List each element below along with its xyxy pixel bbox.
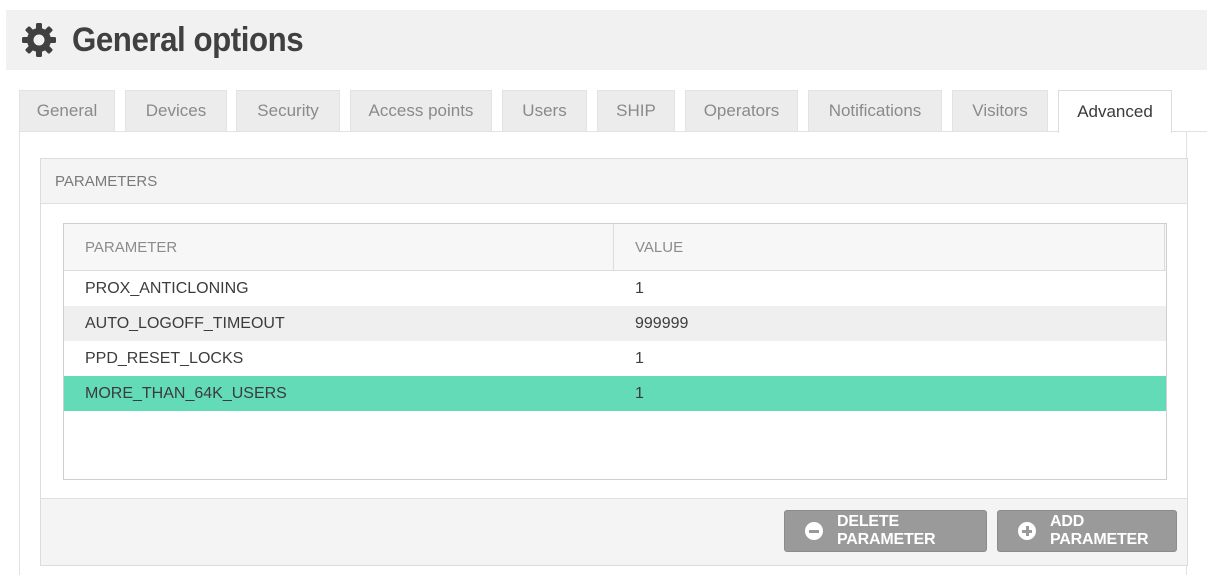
table-row[interactable]: PROX_ANTICLONING 1 — [64, 271, 1166, 306]
tab-bar: General Devices Security Access points U… — [19, 90, 1207, 133]
tab-notifications[interactable]: Notifications — [808, 90, 942, 131]
panel-title: PARAMETERS — [41, 159, 1187, 204]
minus-circle-icon — [805, 522, 823, 540]
tab-general[interactable]: General — [19, 90, 115, 131]
table-row[interactable]: AUTO_LOGOFF_TIMEOUT 999999 — [64, 306, 1166, 341]
plus-circle-icon — [1018, 522, 1036, 540]
page-title: General options — [72, 20, 304, 59]
table-row-selected[interactable]: MORE_THAN_64K_USERS 1 — [64, 376, 1166, 411]
parameter-cell: PPD_RESET_LOCKS — [85, 349, 244, 367]
table-header: PARAMETER VALUE — [64, 224, 1166, 271]
tab-security[interactable]: Security — [236, 90, 340, 131]
tab-users[interactable]: Users — [502, 90, 587, 131]
tab-operators[interactable]: Operators — [685, 90, 798, 131]
tab-advanced[interactable]: Advanced — [1058, 90, 1172, 133]
page-header: General options — [6, 10, 1207, 70]
panel-footer: DELETE PARAMETER ADD PARAMETER — [41, 498, 1187, 565]
value-cell: 999999 — [635, 314, 689, 332]
value-cell: 1 — [635, 349, 644, 367]
value-cell: 1 — [635, 384, 644, 402]
parameter-cell: MORE_THAN_64K_USERS — [85, 384, 287, 402]
add-parameter-button[interactable]: ADD PARAMETER — [997, 510, 1177, 552]
delete-parameter-button[interactable]: DELETE PARAMETER — [784, 510, 987, 552]
delete-parameter-label: DELETE PARAMETER — [837, 513, 936, 548]
parameter-cell: PROX_ANTICLONING — [85, 279, 249, 297]
gear-icon — [20, 21, 58, 59]
parameter-cell: AUTO_LOGOFF_TIMEOUT — [85, 314, 285, 332]
column-header-parameter[interactable]: PARAMETER — [64, 224, 614, 270]
table-row[interactable]: PPD_RESET_LOCKS 1 — [64, 341, 1166, 376]
tab-visitors[interactable]: Visitors — [952, 90, 1048, 131]
column-header-value[interactable]: VALUE — [614, 224, 1165, 270]
tab-access-points[interactable]: Access points — [350, 90, 492, 131]
add-parameter-label: ADD PARAMETER — [1050, 513, 1149, 548]
tab-ship[interactable]: SHIP — [597, 90, 675, 131]
parameters-table: PARAMETER VALUE PROX_ANTICLONING 1 AUTO_… — [63, 223, 1167, 480]
parameters-panel: PARAMETERS PARAMETER VALUE PROX_ANTICLON… — [40, 158, 1188, 566]
tab-devices[interactable]: Devices — [125, 90, 227, 131]
value-cell: 1 — [635, 279, 644, 297]
